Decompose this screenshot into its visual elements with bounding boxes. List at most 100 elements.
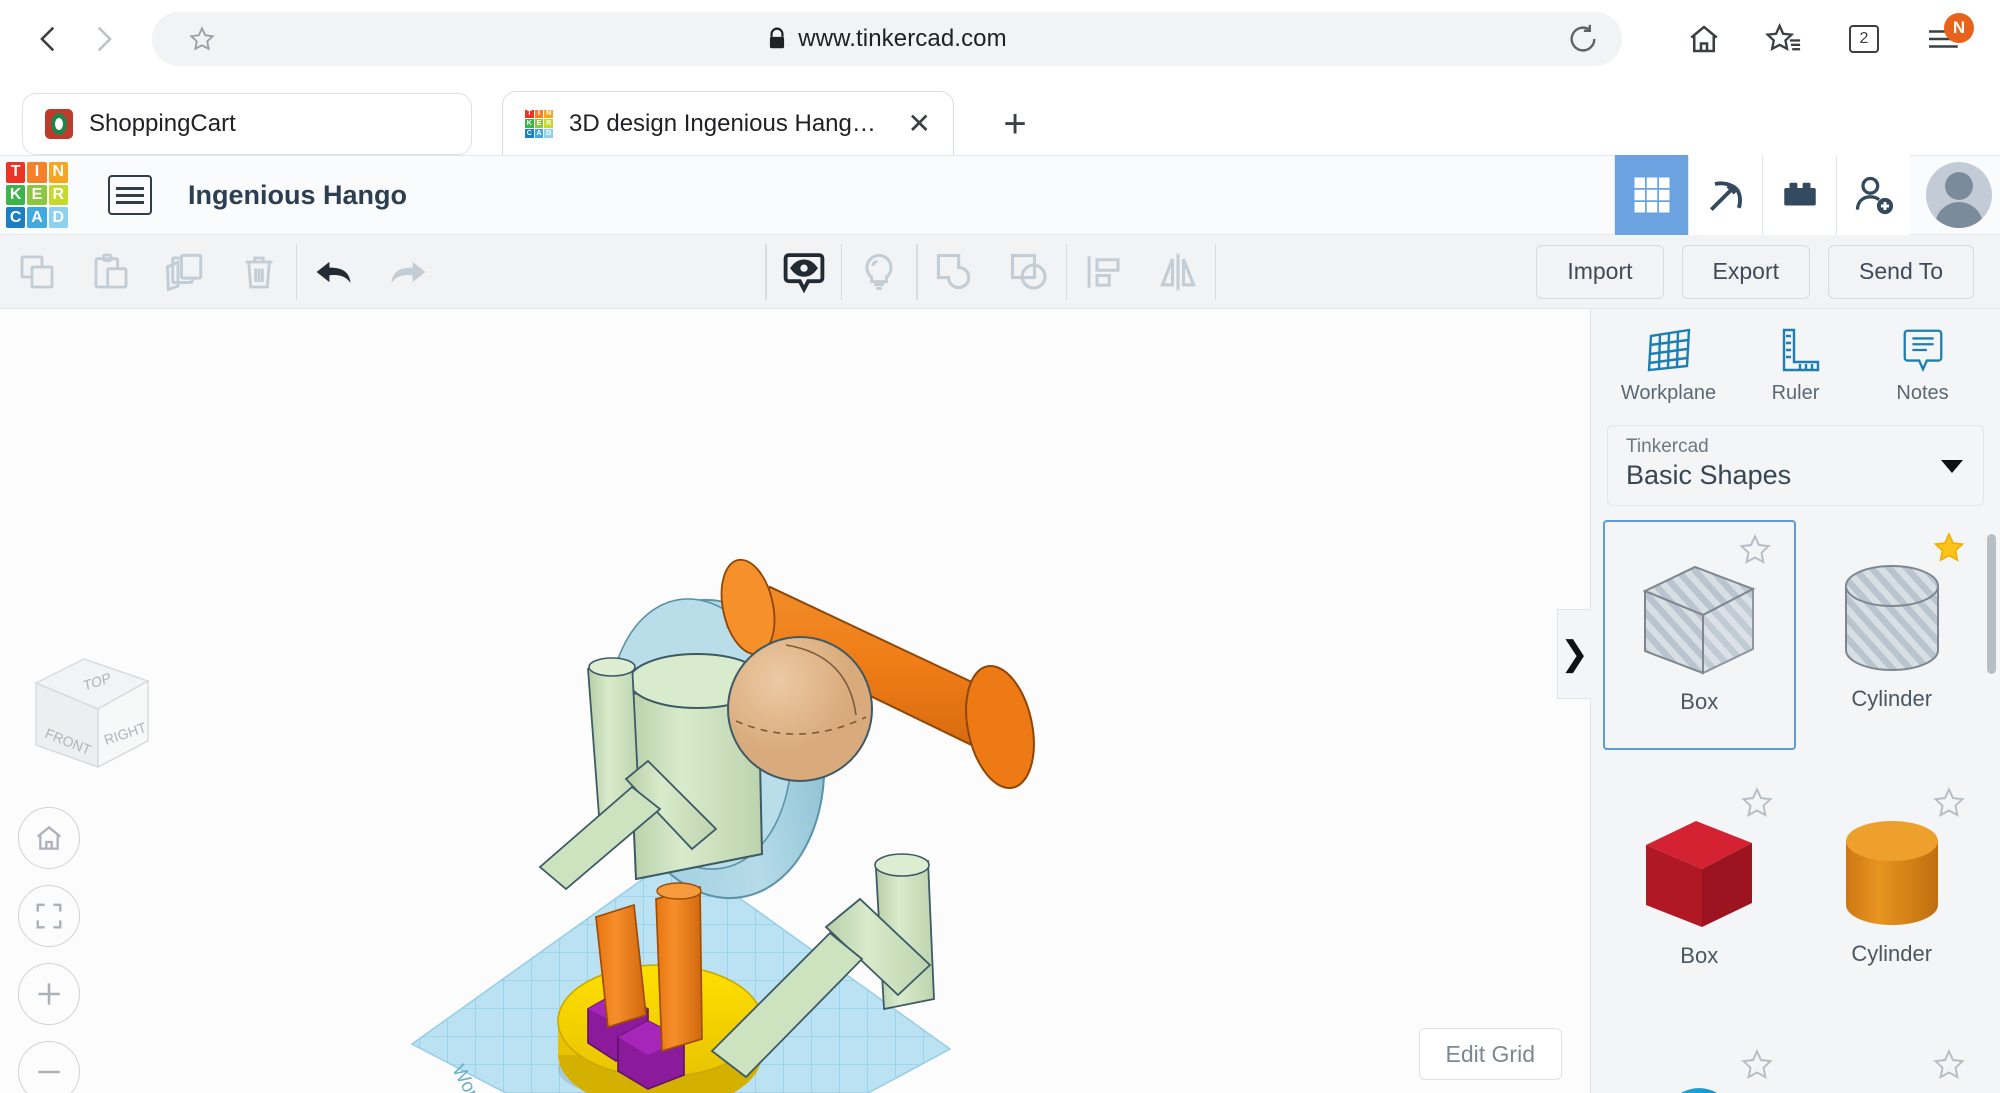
ruler-tool[interactable]: Ruler	[1740, 324, 1852, 405]
reload-button[interactable]	[1560, 16, 1606, 62]
export-button[interactable]: Export	[1682, 245, 1810, 299]
browser-nav-bar: www.tinkercad.com 2 N	[0, 0, 2000, 77]
object-tools-group	[767, 235, 1215, 309]
zoom-out-icon[interactable]	[18, 1041, 80, 1093]
view-controls	[18, 807, 80, 1093]
tab-title: ShoppingCart	[89, 110, 236, 138]
view-cube[interactable]: TOP FRONT RIGHT	[22, 647, 162, 777]
chevron-down-icon[interactable]	[1941, 460, 1963, 473]
duplicate-icon[interactable]	[148, 235, 222, 309]
tinkercad-logo[interactable]: T I N K E R C A D	[6, 162, 68, 228]
group-icon[interactable]	[918, 235, 992, 309]
align-icon[interactable]	[1067, 235, 1141, 309]
undo-icon[interactable]	[297, 235, 371, 309]
tabs-icon[interactable]: 2	[1836, 11, 1892, 67]
import-button[interactable]: Import	[1536, 245, 1663, 299]
tinkercad-favicon: TIN KER CAD	[525, 110, 553, 138]
workplane-grid-icon	[1641, 324, 1697, 376]
logo-letter: E	[27, 185, 46, 206]
browser-tab-tinkercad[interactable]: TIN KER CAD 3D design Ingenious Hang… ✕	[502, 91, 954, 155]
add-person-icon[interactable]	[1836, 155, 1910, 235]
history-tools-group	[297, 235, 445, 309]
workplane-tool[interactable]: Workplane	[1613, 324, 1725, 405]
logo-letter: A	[27, 207, 46, 228]
project-list-icon[interactable]	[108, 175, 152, 215]
pickaxe-icon[interactable]	[1688, 155, 1762, 235]
tab-close-button[interactable]: ✕	[908, 110, 931, 138]
zoom-in-icon[interactable]	[18, 963, 80, 1025]
back-arrow-icon	[32, 22, 66, 56]
new-tab-button[interactable]: +	[984, 93, 1046, 155]
shape-item-box-red[interactable]: Box	[1603, 775, 1796, 1005]
header-tools	[1614, 155, 2000, 235]
shape-grid-scrollbar[interactable]	[1987, 534, 1996, 674]
paste-icon[interactable]	[74, 235, 148, 309]
logo-letter: T	[6, 162, 25, 183]
home-icon[interactable]	[1676, 11, 1732, 67]
toolbar-actions: Import Export Send To	[1536, 245, 2000, 299]
text-shape-preview: Ali Ali	[1822, 1083, 1962, 1093]
box-preview	[1633, 555, 1765, 681]
browser-chrome: www.tinkercad.com 2 N ShoppingCart TIN	[0, 0, 2000, 155]
panel-collapse-handle[interactable]: ❯	[1557, 609, 1591, 699]
home-view-icon[interactable]	[18, 807, 80, 869]
shape-item-text[interactable]: Ali Ali	[1796, 1029, 1989, 1093]
show-hide-icon[interactable]	[767, 235, 841, 309]
favorite-star-icon[interactable]	[1738, 532, 1772, 566]
lock-icon	[767, 27, 787, 51]
redo-icon[interactable]	[371, 235, 445, 309]
address-bar[interactable]: www.tinkercad.com	[152, 12, 1622, 66]
back-button[interactable]	[22, 12, 76, 66]
shape-label: Cylinder	[1851, 941, 1932, 967]
grid-3x3-icon[interactable]	[1614, 155, 1688, 235]
shape-library-selector[interactable]: Tinkercad Basic Shapes	[1607, 425, 1984, 506]
light-icon[interactable]	[842, 235, 916, 309]
shape-grid: Box Cylinder Box	[1591, 520, 2000, 1093]
shape-head[interactable]	[728, 637, 872, 781]
ungroup-icon[interactable]	[992, 235, 1066, 309]
shape-item-sphere-blue[interactable]	[1603, 1029, 1796, 1093]
shape-library-selector-wrap: Tinkercad Basic Shapes	[1591, 419, 2000, 520]
right-panel: ❯ Workplane Ruler	[1590, 309, 2000, 1093]
favorite-star-icon[interactable]	[1740, 1047, 1774, 1081]
logo-letter: C	[6, 207, 25, 228]
avatar[interactable]	[1926, 162, 1992, 228]
page-title: Ingenious Hango	[188, 180, 407, 211]
notes-tool[interactable]: Notes	[1867, 324, 1979, 405]
3d-canvas[interactable]: TOP FRONT RIGHT	[0, 309, 1590, 1093]
browser-tab-shoppingcart[interactable]: ShoppingCart	[22, 93, 472, 155]
logo-letter: R	[49, 185, 68, 206]
shape-label: Cylinder	[1851, 686, 1932, 712]
delete-icon[interactable]	[222, 235, 296, 309]
favorite-star-icon[interactable]	[1740, 785, 1774, 819]
ruler-icon	[1770, 324, 1822, 376]
favorite-star-icon[interactable]	[1932, 1047, 1966, 1081]
shape-item-box-hatched[interactable]: Box	[1603, 520, 1796, 750]
lego-brick-icon[interactable]	[1762, 155, 1836, 235]
bookmark-star-icon[interactable]	[182, 19, 222, 59]
3d-model-scene[interactable]: Workplane	[0, 309, 1588, 1093]
forward-button[interactable]	[76, 12, 130, 66]
mirror-icon[interactable]	[1141, 235, 1215, 309]
logo-letter: I	[27, 162, 46, 183]
library-name: Basic Shapes	[1626, 460, 1965, 491]
send-to-button[interactable]: Send To	[1828, 245, 1974, 299]
logo-letter: K	[6, 185, 25, 206]
copy-icon[interactable]	[0, 235, 74, 309]
edit-tools-group	[0, 235, 296, 309]
logo-letter: N	[49, 162, 68, 183]
fit-all-icon[interactable]	[18, 885, 80, 947]
shape-item-cylinder-hatched[interactable]: Cylinder	[1796, 520, 1989, 750]
favorite-star-icon[interactable]	[1932, 530, 1966, 564]
shape-label: Box	[1680, 943, 1718, 969]
box-preview	[1634, 811, 1764, 935]
forward-arrow-icon	[86, 22, 120, 56]
menu-icon[interactable]: N	[1916, 11, 1972, 67]
shape-label: Box	[1680, 689, 1718, 715]
favorite-star-icon[interactable]	[1932, 785, 1966, 819]
url-display: www.tinkercad.com	[152, 25, 1622, 53]
favorites-icon[interactable]	[1756, 11, 1812, 67]
panel-tools: Workplane Ruler Notes	[1591, 309, 2000, 419]
edit-grid-button[interactable]: Edit Grid	[1419, 1028, 1562, 1080]
shape-item-cylinder-orange[interactable]: Cylinder	[1796, 775, 1989, 1005]
